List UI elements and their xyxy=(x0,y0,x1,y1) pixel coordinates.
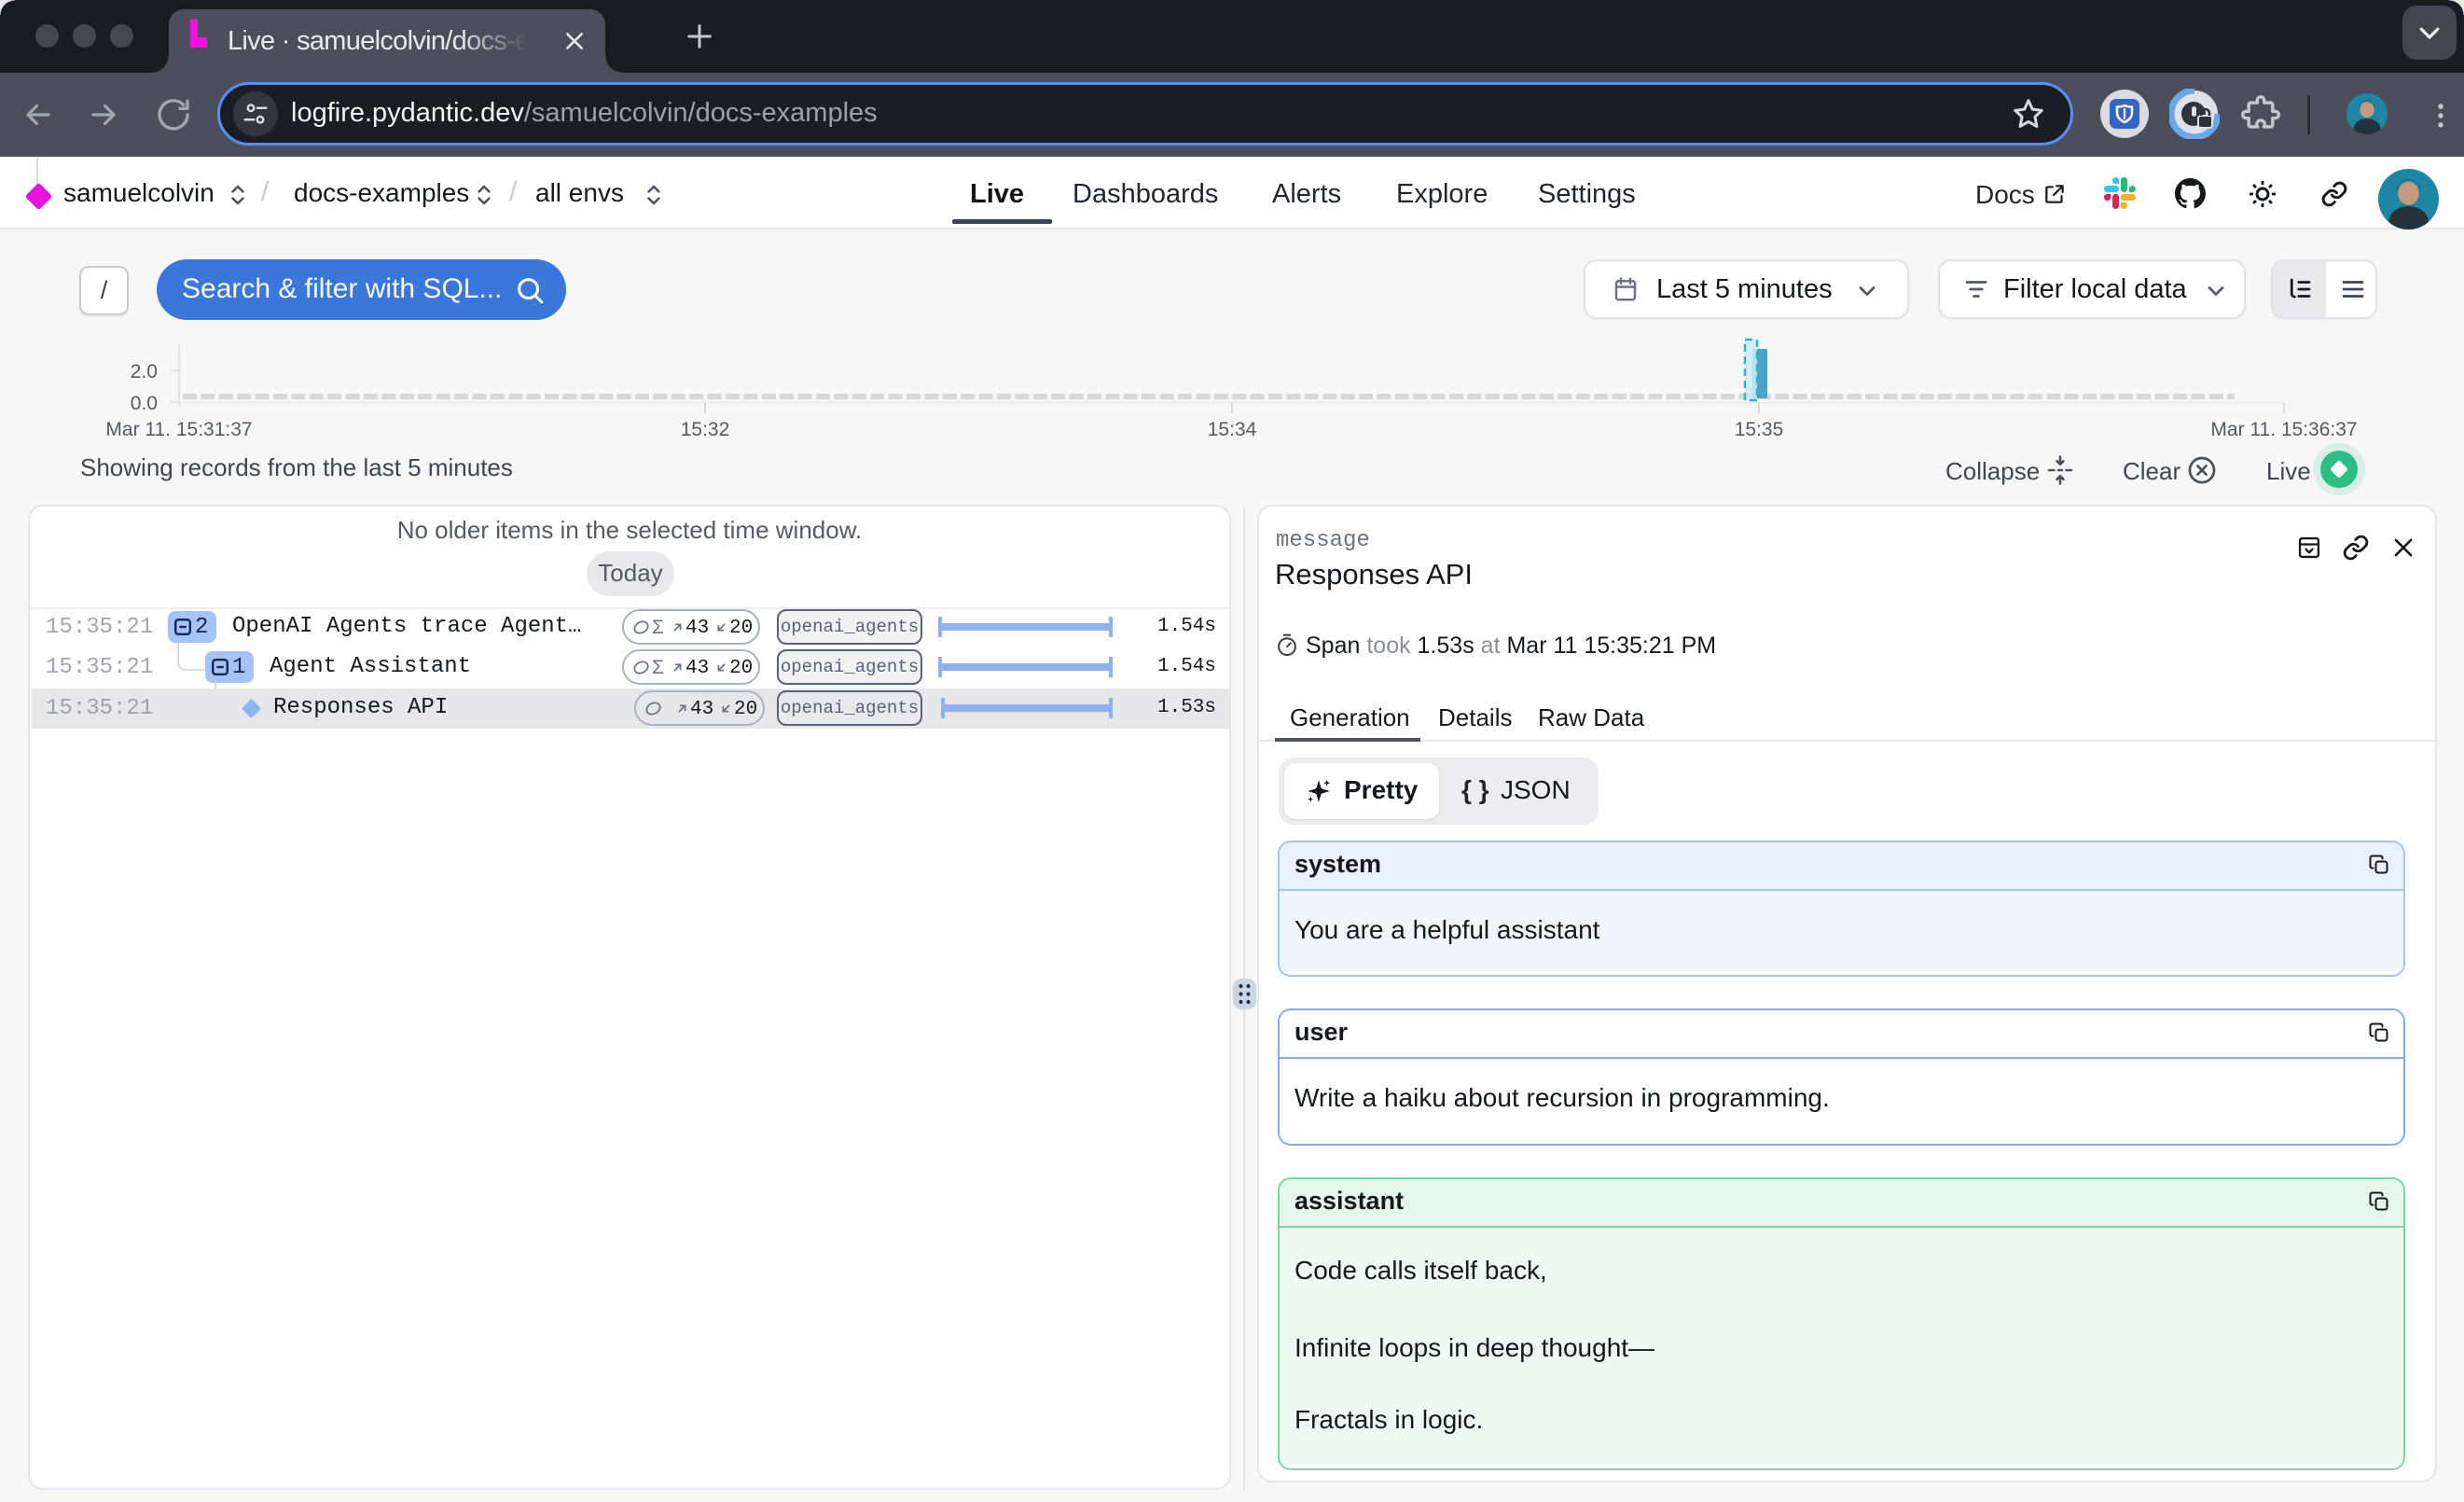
svg-text:15:35: 15:35 xyxy=(1735,419,1784,440)
svg-text:0.0: 0.0 xyxy=(131,393,158,414)
svg-text:15:34: 15:34 xyxy=(1208,419,1257,440)
svg-text:Mar 11. 15:36:37: Mar 11. 15:36:37 xyxy=(2210,419,2357,440)
svg-text:2.0: 2.0 xyxy=(131,361,158,382)
svg-text:Mar 11. 15:31:37: Mar 11. 15:31:37 xyxy=(105,419,252,440)
svg-text:15:32: 15:32 xyxy=(681,419,730,440)
